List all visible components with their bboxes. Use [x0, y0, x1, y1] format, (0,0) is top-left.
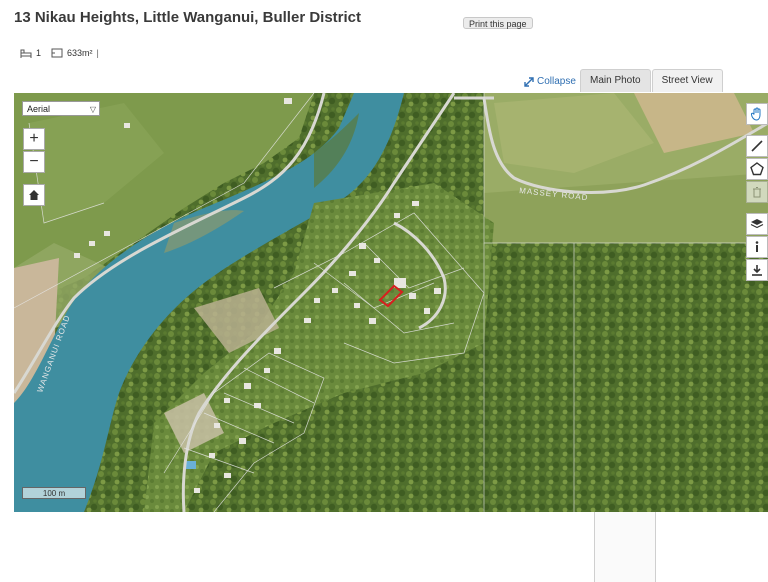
layers-button[interactable] — [746, 213, 768, 235]
page-title: 13 Nikau Heights, Little Wanganui, Bulle… — [14, 9, 361, 26]
land-area-icon — [51, 48, 63, 58]
spec-separator: | — [96, 48, 99, 58]
view-tabs: Main Photo Street View Map — [580, 69, 724, 582]
chevron-down-icon: ▽ — [89, 105, 96, 114]
measure-area-button[interactable] — [746, 158, 768, 180]
home-icon — [29, 190, 39, 200]
collapse-label: Collapse — [537, 76, 576, 87]
tab-street-view[interactable]: Street View — [651, 69, 723, 92]
map-layer-select[interactable]: Aerial ▽ — [22, 101, 100, 116]
trash-icon — [753, 187, 761, 198]
aerial-map[interactable]: MASSEY ROAD WANGANUI ROAD — [14, 93, 768, 512]
measure-line-button[interactable] — [746, 135, 768, 157]
bedroom-count: 1 — [36, 48, 42, 58]
info-icon — [755, 241, 759, 252]
tab-main-photo[interactable]: Main Photo — [580, 69, 651, 92]
collapse-link[interactable]: Collapse — [524, 76, 576, 87]
delete-button[interactable] — [746, 181, 768, 203]
collapse-arrow-icon — [524, 76, 534, 87]
map-scale-bar: 100 m — [22, 487, 86, 499]
zoom-out-button[interactable]: − — [23, 151, 45, 173]
hand-icon — [751, 107, 761, 121]
map-layer-value: Aerial — [27, 104, 51, 114]
pan-tool-button[interactable] — [746, 103, 768, 125]
property-specs: 1 633m² | — [20, 48, 99, 58]
land-area: 633m² — [67, 48, 93, 58]
line-icon — [751, 140, 763, 152]
info-button[interactable] — [746, 236, 768, 258]
polygon-icon — [750, 162, 764, 176]
download-icon — [752, 265, 762, 276]
zoom-in-button[interactable]: + — [23, 128, 45, 150]
download-button[interactable] — [746, 259, 768, 281]
aerial-imagery: MASSEY ROAD WANGANUI ROAD — [14, 93, 768, 512]
home-button[interactable] — [23, 184, 45, 206]
print-button[interactable]: Print this page — [463, 17, 533, 29]
bed-icon — [20, 49, 32, 58]
layers-icon — [750, 219, 764, 229]
